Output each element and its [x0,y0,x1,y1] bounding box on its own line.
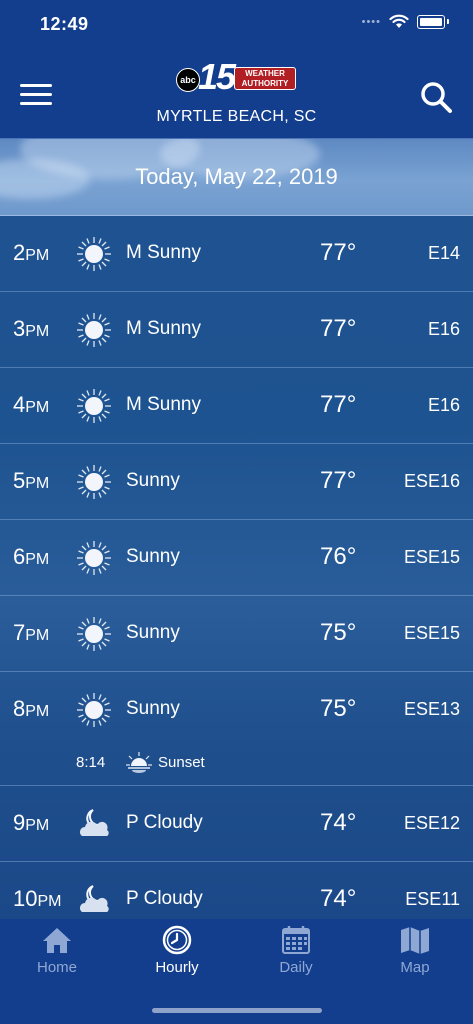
location-label: MYRTLE BEACH, SC [156,108,317,125]
sunset-icon [126,752,152,773]
sunset-label: Sunset [158,754,205,771]
logo-tag-line1: WEATHER [245,69,285,78]
condition-label: P Cloudy [126,888,203,909]
sun-icon [77,237,111,271]
logo-tag: WEATHER AUTHORITY [234,67,296,90]
condition-label: Sunny [126,622,180,643]
hourly-row[interactable]: 8PM Sunny 75° ESE13 8:14 Sunset [0,672,473,786]
wind: ESE15 [403,547,460,567]
date-title: Today, May 22, 2019 [135,164,338,189]
hour-label: 6PM [13,544,50,569]
wind: ESE15 [403,623,460,643]
hourly-row[interactable]: 3PM M Sunny 77° E16 [0,292,473,368]
hourly-row[interactable]: 9PM P Cloudy 74° ESE12 [0,786,473,862]
condition-label: M Sunny [126,318,201,339]
signal-icon: •••• [361,15,381,28]
status-bar: 12:49 •••• [0,0,473,50]
wind: E14 [427,243,460,263]
temperature: 74° [320,809,357,836]
sunset-time: 8:14 [76,754,106,771]
hour-label: 3PM [13,316,50,341]
hourly-list[interactable]: 2PM M Sunny 77° E14 3PM M Sunny 77° E16 … [0,216,473,919]
sun-icon [77,389,111,423]
hourly-row[interactable]: 4PM M Sunny 77° E16 [0,368,473,444]
search-button[interactable] [419,80,453,114]
status-icons: •••• [362,14,449,29]
menu-button[interactable] [20,84,52,108]
home-indicator[interactable] [152,1008,322,1013]
tab-label: Daily [279,959,313,976]
condition-label: M Sunny [126,242,201,263]
condition-label: Sunny [126,470,180,491]
hour-label: 5PM [13,468,50,493]
hour-label: 4PM [13,392,50,417]
menu-icon [20,102,52,105]
tab-daily[interactable]: Daily [237,925,355,976]
search-icon [421,82,452,113]
hourly-row[interactable]: 5PM Sunny 77° ESE16 [0,444,473,520]
hour-label: 7PM [13,620,50,645]
hour-label: 2PM [13,240,50,265]
wind: E16 [427,319,460,339]
hourly-row[interactable]: 7PM Sunny 75° ESE15 [0,596,473,672]
station-logo: abc 15 WEATHER AUTHORITY [176,56,298,97]
sun-icon [77,693,111,727]
sun-icon [77,465,111,499]
moon-cloud-icon [80,885,109,912]
temperature: 77° [320,391,357,418]
battery-icon [417,14,445,29]
wind: ESE13 [403,699,460,719]
tab-hourly[interactable]: Hourly [118,925,236,976]
menu-icon [20,84,52,87]
moon-cloud-icon [80,809,109,836]
condition-label: Sunny [126,698,180,719]
hour-label: 8PM [13,696,50,721]
temperature: 77° [320,467,357,494]
hourly-row[interactable]: 2PM M Sunny 77° E14 [0,216,473,292]
hour-label: 10PM [13,886,62,911]
hourly-row[interactable]: 10PM P Cloudy 74° ESE11 [0,862,473,919]
logo-number: 15 [198,56,236,97]
tab-label: Map [400,959,430,976]
tab-label: Hourly [155,959,199,976]
hourly-row[interactable]: 6PM Sunny 76° ESE15 [0,520,473,596]
hour-label: 9PM [13,810,50,835]
tab-map[interactable]: Map [356,925,473,976]
wind: ESE11 [405,889,460,909]
map-icon [401,927,429,954]
wifi-icon [389,14,409,28]
status-time: 12:49 [40,14,89,34]
app-header: abc 15 WEATHER AUTHORITY MYRTLE BEACH, S… [0,50,473,139]
wind: ESE16 [403,471,460,491]
temperature: 77° [320,315,357,342]
tab-label: Home [36,959,77,976]
temperature: 74° [320,885,357,912]
menu-icon [20,93,52,96]
wind: ESE12 [403,813,460,833]
temperature: 75° [320,619,357,646]
tab-home[interactable]: Home [0,925,116,976]
sun-icon [77,617,111,651]
home-icon [43,928,71,953]
logo-tag-line2: AUTHORITY [241,79,289,88]
sun-icon [77,313,111,347]
clock-icon [162,925,192,955]
sun-icon [77,541,111,575]
battery-tip [447,19,449,24]
calendar-icon [282,926,310,954]
temperature: 75° [320,695,357,722]
abc-logo-icon: abc [176,68,200,92]
temperature: 76° [320,543,357,570]
condition-label: Sunny [126,546,180,567]
date-banner: Today, May 22, 2019 [0,139,473,216]
condition-label: M Sunny [126,394,201,415]
condition-label: P Cloudy [126,812,203,833]
temperature: 77° [320,239,357,266]
wind: E16 [427,395,460,415]
